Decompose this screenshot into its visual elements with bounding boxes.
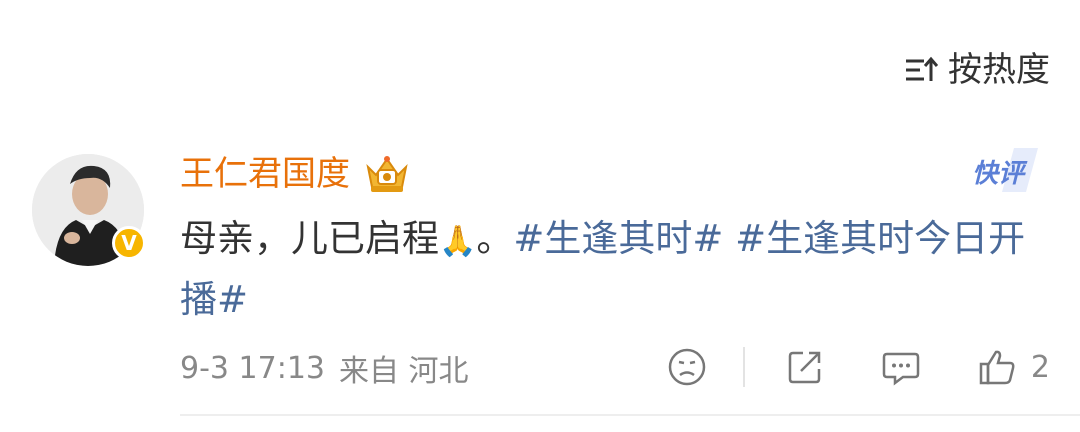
comment-source: 来自 河北 [339, 354, 469, 389]
sad-face-icon [668, 348, 706, 386]
share-button[interactable] [785, 342, 825, 392]
comment-time: 9-3 17:13 [180, 350, 325, 386]
sort-hot-icon [906, 56, 938, 81]
like-button[interactable]: 2 [977, 342, 1050, 392]
comment-meta: 9-3 17:13 来自 河北 [180, 346, 469, 390]
reply-button[interactable] [881, 342, 921, 392]
quick-review-button[interactable]: 快评 [968, 142, 1040, 198]
comment-actions: 2 [667, 342, 1050, 392]
comment-separator [180, 414, 1080, 416]
comment-text: 母亲，儿已启程🙏。#生逢其时# #生逢其时今日开播# [180, 217, 1026, 321]
username-link[interactable]: 王仁君国度 [180, 150, 350, 198]
sort-label: 按热度 [948, 50, 1050, 90]
hashtag-link-1[interactable]: #生逢其时# [513, 217, 723, 260]
verified-badge-icon: V [112, 226, 146, 260]
comment-header: 王仁君国度 [180, 150, 1040, 198]
avatar[interactable]: V [32, 154, 146, 266]
like-count: 2 [1030, 349, 1050, 385]
sort-by-hot-button[interactable]: 按热度 [904, 50, 1050, 90]
svg-text:快评: 快评 [972, 159, 1028, 189]
praying-hands-emoji: 🙏 [439, 224, 477, 259]
action-divider [742, 347, 745, 387]
share-icon [788, 351, 821, 384]
comment-icon [882, 352, 920, 386]
fan-crown-icon[interactable] [362, 153, 412, 195]
comment-body: 王仁君国度 母亲，儿已启程🙏。#生逢其时# #生逢其时今日开播# [180, 150, 1040, 329]
dislike-button[interactable] [667, 342, 707, 392]
thumbs-up-icon [979, 350, 1015, 385]
